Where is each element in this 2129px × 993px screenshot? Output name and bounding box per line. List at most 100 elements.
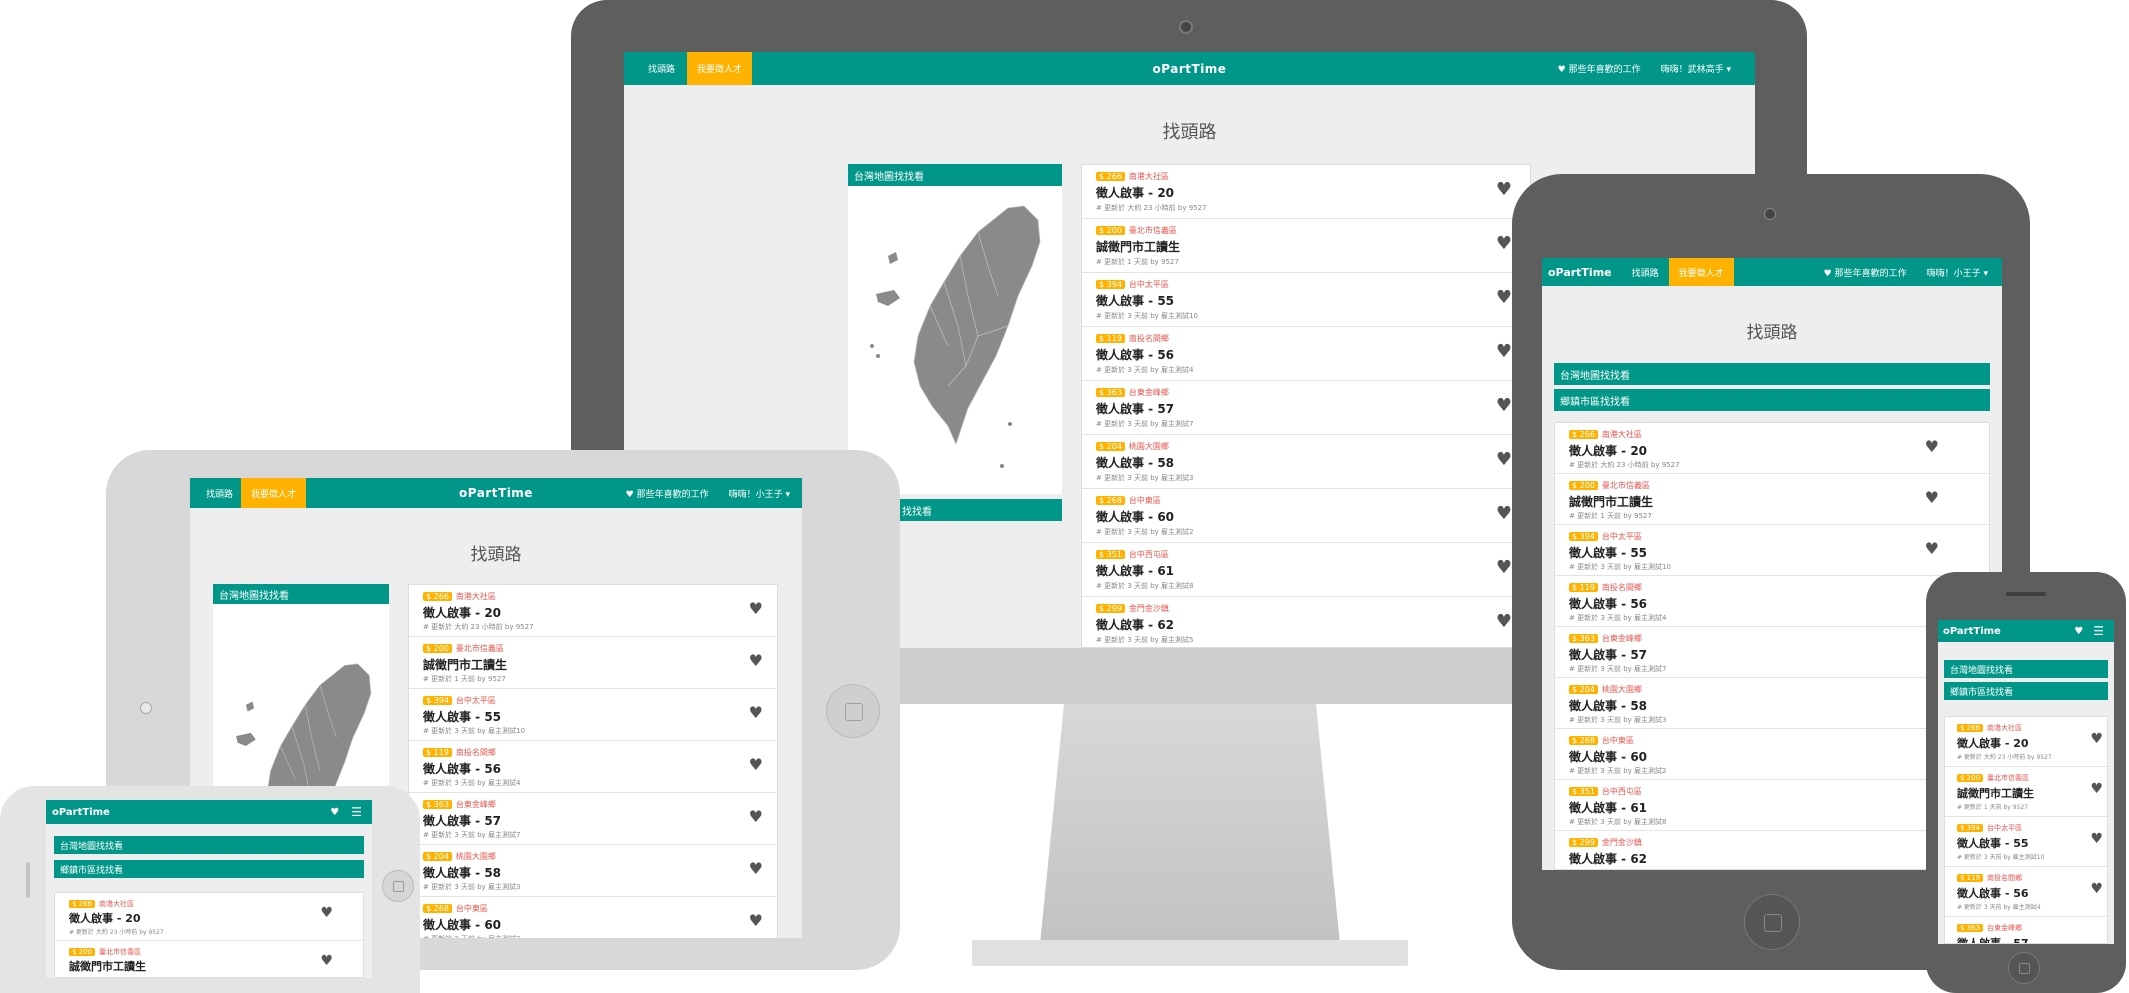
heart-icon[interactable]: ♥ <box>1496 449 1512 470</box>
job-row[interactable]: $ 394 台中太平區 徵人啟事 - 55 # 更新於 3 天前 by 雇主測試1… <box>1082 273 1530 327</box>
job-row[interactable]: $ 204 桃園大園鄉 徵人啟事 - 58 # 更新於 3 天前 by 雇主測試3… <box>1082 435 1530 489</box>
job-title[interactable]: 徵人啟事 - 56 <box>423 760 501 777</box>
heart-icon[interactable]: ♥ <box>749 599 763 618</box>
job-row[interactable]: $ 119 南投名間鄉 徵人啟事 - 56 # 更新於 3 天前 by 雇主測試4… <box>1082 327 1530 381</box>
job-row[interactable]: $ 268台中東區 徵人啟事 - 60 # 更新於 3 天前 by 雇主測試2 … <box>1082 489 1530 543</box>
job-title[interactable]: 誠徵門市工讀生 <box>69 958 146 974</box>
brand-logo[interactable]: oPartTime <box>459 486 533 500</box>
job-title[interactable]: 徵人啟事 - 62 <box>1569 850 1647 867</box>
job-row[interactable]: $ 363 台東金峰鄉 徵人啟事 - 57 # 更新於 3 天前 by 雇主測試7… <box>409 793 777 845</box>
nav-favorites[interactable]: ♥ 那些年喜歡的工作 <box>1814 258 1917 286</box>
hamburger-menu-icon[interactable]: ☰ <box>2091 620 2106 642</box>
panel-district-header[interactable]: 鄉鎮市區找找看 <box>1554 389 1990 411</box>
brand-logo[interactable]: oPartTime <box>1153 62 1227 76</box>
job-row[interactable]: $ 363 台東金峰鄉 徵人啟事 - 57 <box>1945 917 2107 943</box>
nav-find-job[interactable]: 找頭路 <box>624 52 687 85</box>
heart-icon[interactable]: ♥ <box>749 755 763 774</box>
job-row[interactable]: $ 266 南港大社區 徵人啟事 - 20 # 更新於 大約 23 小時前 by … <box>1945 717 2107 767</box>
job-row[interactable]: $ 266 南港大社區 徵人啟事 - 20 # 更新於 大約 23 小時前 by … <box>1082 165 1530 219</box>
panel-map-header[interactable]: 台灣地圖找找看 <box>1554 363 1990 385</box>
job-row[interactable]: $ 204 桃園大園鄉 徵人啟事 - 58 # 更新於 3 天前 by 雇主測試3 <box>1555 678 1989 729</box>
job-row[interactable]: $ 200 臺北市信義區 誠徵門市工讀生 # 更新於 1 天前 by 9527 ♥ <box>1082 219 1530 273</box>
heart-icon[interactable]: ♥ <box>749 911 763 930</box>
job-title[interactable]: 徵人啟事 - 20 <box>69 910 141 926</box>
heart-icon[interactable]: ♥ <box>320 953 333 969</box>
job-title[interactable]: 徵人啟事 - 60 <box>423 916 501 933</box>
job-row[interactable]: $ 119 南投名間鄉 徵人啟事 - 56 # 更新於 3 天前 by 雇主測試4… <box>409 741 777 793</box>
job-row[interactable]: $ 204 桃園大園鄉 徵人啟事 - 58 # 更新於 3 天前 by 雇主測試3… <box>409 845 777 897</box>
job-title[interactable]: 誠徵門市工讀生 <box>1569 493 1653 510</box>
job-title[interactable]: 徵人啟事 - 20 <box>423 604 501 621</box>
job-row[interactable]: $ 266 南港大社區 徵人啟事 - 20 # 更新於 大約 23 小時前 by … <box>55 893 363 941</box>
brand-logo[interactable]: oPartTime <box>1938 620 2011 642</box>
heart-icon[interactable]: ♥ <box>320 800 349 824</box>
job-title[interactable]: 徵人啟事 - 57 <box>1569 646 1647 663</box>
heart-icon[interactable]: ♥ <box>2090 881 2103 897</box>
job-title[interactable]: 徵人啟事 - 58 <box>423 864 501 881</box>
heart-icon[interactable]: ♥ <box>749 703 763 722</box>
job-title[interactable]: 徵人啟事 - 20 <box>1957 735 2029 751</box>
job-row[interactable]: $ 119 南投名間鄉 徵人啟事 - 56 # 更新於 3 天前 by 雇主測試4… <box>1945 867 2107 917</box>
heart-icon[interactable]: ♥ <box>1496 611 1512 632</box>
nav-favorites[interactable]: ♥ 那些年喜歡的工作 <box>616 478 719 508</box>
job-row[interactable]: $ 266 南港大社區 徵人啟事 - 20 # 更新於 大約 23 小時前 by … <box>1555 423 1989 474</box>
job-title[interactable]: 徵人啟事 - 56 <box>1096 346 1174 363</box>
job-row[interactable]: $ 200 臺北市信義區 誠徵門市工讀生 # 更新於 1 天前 by 9527 ♥ <box>409 637 777 689</box>
heart-icon[interactable]: ♥ <box>1496 395 1512 416</box>
panel-map-header[interactable]: 台灣地圖找找看 <box>1944 660 2108 678</box>
nav-favorites[interactable]: ♥ 那些年喜歡的工作 <box>1548 52 1651 85</box>
taiwan-map[interactable] <box>848 186 1062 494</box>
taiwan-map-svg[interactable] <box>848 186 1062 494</box>
job-title[interactable]: 徵人啟事 - 56 <box>1569 595 1647 612</box>
brand-logo[interactable]: oPartTime <box>1542 258 1622 286</box>
panel-map-header[interactable]: 台灣地圖找找看 <box>213 584 389 604</box>
job-row[interactable]: $ 119 南投名間鄉 徵人啟事 - 56 # 更新於 3 天前 by 雇主測試4 <box>1555 576 1989 627</box>
job-row[interactable]: $ 200 臺北市信義區 誠徵門市工讀生 # 更新於 1 天前 by 9527 ♥ <box>1945 767 2107 817</box>
job-title[interactable]: 徵人啟事 - 57 <box>1957 935 2029 943</box>
heart-icon[interactable]: ♥ <box>2090 831 2103 847</box>
home-button[interactable] <box>382 870 414 902</box>
job-row[interactable]: $ 268台中東區 徵人啟事 - 60 # 更新於 3 天前 by 雇主測試2 … <box>409 897 777 938</box>
nav-find-job[interactable]: 找頭路 <box>1622 258 1669 286</box>
heart-icon[interactable]: ♥ <box>1925 437 1939 456</box>
nav-user-menu[interactable]: 嗨嗨！小王子 ▾ <box>719 478 800 508</box>
job-title[interactable]: 徵人啟事 - 57 <box>423 812 501 829</box>
job-row[interactable]: $ 363 台東金峰鄉 徵人啟事 - 57 # 更新於 3 天前 by 雇主測試7 <box>1555 627 1989 678</box>
home-button[interactable] <box>1744 894 1800 950</box>
heart-icon[interactable]: ♥ <box>1496 179 1512 200</box>
job-row[interactable]: $ 200 臺北市信義區 誠徵門市工讀生 # 更新於 1 天前 by 9527 ♥ <box>1555 474 1989 525</box>
job-title[interactable]: 徵人啟事 - 61 <box>1569 799 1647 816</box>
heart-icon[interactable]: ♥ <box>749 807 763 826</box>
job-row[interactable]: $ 363 台東金峰鄉 徵人啟事 - 57 # 更新於 3 天前 by 雇主測試7… <box>1082 381 1530 435</box>
heart-icon[interactable]: ♥ <box>320 905 333 921</box>
job-title[interactable]: 誠徵門市工讀生 <box>423 656 507 673</box>
job-row[interactable]: $ 299 金門金沙鎮 徵人啟事 - 62 # 更新於 3 天前 by 雇主測試5… <box>1082 597 1530 647</box>
heart-icon[interactable]: ♥ <box>1496 341 1512 362</box>
job-title[interactable]: 徵人啟事 - 55 <box>423 708 501 725</box>
nav-hire[interactable]: 我要徵人才 <box>687 52 753 85</box>
panel-map-header[interactable]: 台灣地圖找找看 <box>54 836 364 854</box>
hamburger-menu-icon[interactable]: ☰ <box>349 800 364 824</box>
heart-icon[interactable]: ♥ <box>1925 488 1939 507</box>
job-row[interactable]: $ 351 台中西屯區 徵人啟事 - 61 # 更新於 3 天前 by 雇主測試8… <box>1082 543 1530 597</box>
home-button[interactable] <box>826 684 880 738</box>
brand-logo[interactable]: oPartTime <box>46 800 120 824</box>
nav-hire[interactable]: 我要徵人才 <box>1668 258 1734 286</box>
nav-find-job[interactable]: 找頭路 <box>190 478 241 508</box>
job-title[interactable]: 徵人啟事 - 55 <box>1569 544 1647 561</box>
job-title[interactable]: 徵人啟事 - 58 <box>1096 454 1174 471</box>
job-row[interactable]: $ 394 台中太平區 徵人啟事 - 55 # 更新於 3 天前 by 雇主測試1… <box>1945 817 2107 867</box>
job-row[interactable]: $ 394 台中太平區 徵人啟事 - 55 # 更新於 3 天前 by 雇主測試1… <box>409 689 777 741</box>
job-title[interactable]: 誠徵門市工讀生 <box>1957 785 2034 801</box>
job-title[interactable]: 徵人啟事 - 55 <box>1957 835 2029 851</box>
job-title[interactable]: 徵人啟事 - 58 <box>1569 697 1647 714</box>
job-row[interactable]: $ 268 台中東區 徵人啟事 - 60 # 更新於 3 天前 by 雇主測試2 <box>1555 729 1989 780</box>
heart-icon[interactable]: ♥ <box>749 651 763 670</box>
panel-district-header[interactable]: 鄉鎮市區找找看 <box>54 860 364 878</box>
heart-icon[interactable]: ♥ <box>2066 620 2091 642</box>
heart-icon[interactable]: ♥ <box>749 859 763 878</box>
panel-district-header[interactable]: 鄉鎮市區找找看 <box>1944 682 2108 700</box>
heart-icon[interactable]: ♥ <box>1496 233 1512 254</box>
job-row[interactable]: $ 266 南港大社區 徵人啟事 - 20 # 更新於 大約 23 小時前 by … <box>409 585 777 637</box>
job-title[interactable]: 徵人啟事 - 60 <box>1096 508 1174 525</box>
